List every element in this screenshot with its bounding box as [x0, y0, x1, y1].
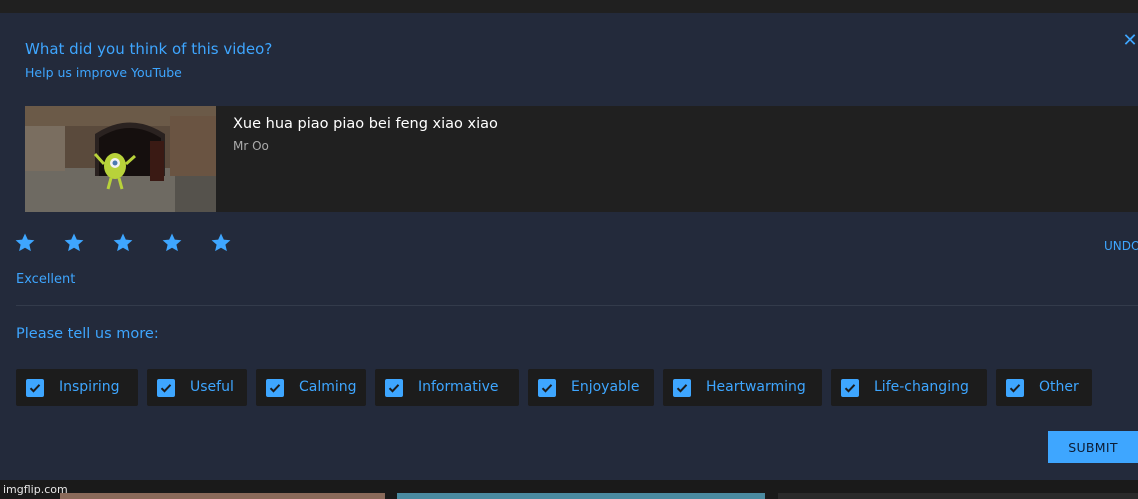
checkbox-checked-icon[interactable] [1006, 379, 1024, 397]
option-label: Useful [190, 379, 234, 395]
option-heartwarming[interactable]: Heartwarming [663, 369, 822, 406]
checkbox-checked-icon[interactable] [385, 379, 403, 397]
option-other[interactable]: Other [996, 369, 1092, 406]
checkbox-checked-icon[interactable] [26, 379, 44, 397]
watermark: imgflip.com [3, 483, 68, 496]
option-label: Other [1039, 379, 1079, 395]
checkbox-checked-icon[interactable] [673, 379, 691, 397]
option-calming[interactable]: Calming [256, 369, 366, 406]
option-label: Calming [299, 379, 357, 395]
star-icon[interactable] [13, 231, 37, 255]
video-title[interactable]: Xue hua piao piao bei feng xiao xiao [233, 116, 498, 132]
close-icon[interactable]: ✕ [1122, 31, 1138, 51]
option-label: Heartwarming [706, 379, 806, 395]
option-label: Enjoyable [571, 379, 640, 395]
option-informative[interactable]: Informative [375, 369, 519, 406]
dialog-subtitle: Help us improve YouTube [25, 65, 182, 80]
top-bar [0, 0, 1138, 13]
option-life-changing[interactable]: Life-changing [831, 369, 987, 406]
option-inspiring[interactable]: Inspiring [16, 369, 138, 406]
option-label: Inspiring [59, 379, 120, 395]
rating-label: Excellent [16, 272, 76, 287]
checkbox-checked-icon[interactable] [841, 379, 859, 397]
video-card[interactable]: Xue hua piao piao bei feng xiao xiao Mr … [25, 106, 1138, 212]
checkbox-checked-icon[interactable] [157, 379, 175, 397]
submit-button[interactable]: SUBMIT [1048, 431, 1138, 463]
divider [16, 305, 1138, 306]
option-label: Informative [418, 379, 499, 395]
option-label: Life-changing [874, 379, 969, 395]
video-channel[interactable]: Mr Oo [233, 139, 269, 153]
feedback-prompt: Please tell us more: [16, 326, 159, 342]
dialog-title: What did you think of this video? [25, 40, 273, 58]
undo-button[interactable]: UNDO [1104, 239, 1138, 253]
video-thumbnail[interactable] [25, 106, 216, 212]
star-icon[interactable] [62, 231, 86, 255]
background-thumbnail-strip [778, 493, 1138, 499]
star-icon[interactable] [209, 231, 233, 255]
background-thumbnail-strip [397, 493, 765, 499]
checkbox-checked-icon[interactable] [266, 379, 284, 397]
option-useful[interactable]: Useful [147, 369, 247, 406]
star-icon[interactable] [111, 231, 135, 255]
feedback-dialog: What did you think of this video? Help u… [0, 13, 1138, 480]
option-enjoyable[interactable]: Enjoyable [528, 369, 654, 406]
star-icon[interactable] [160, 231, 184, 255]
checkbox-checked-icon[interactable] [538, 379, 556, 397]
background-thumbnail-strip [60, 493, 385, 499]
page-footer: imgflip.com [0, 480, 1138, 499]
